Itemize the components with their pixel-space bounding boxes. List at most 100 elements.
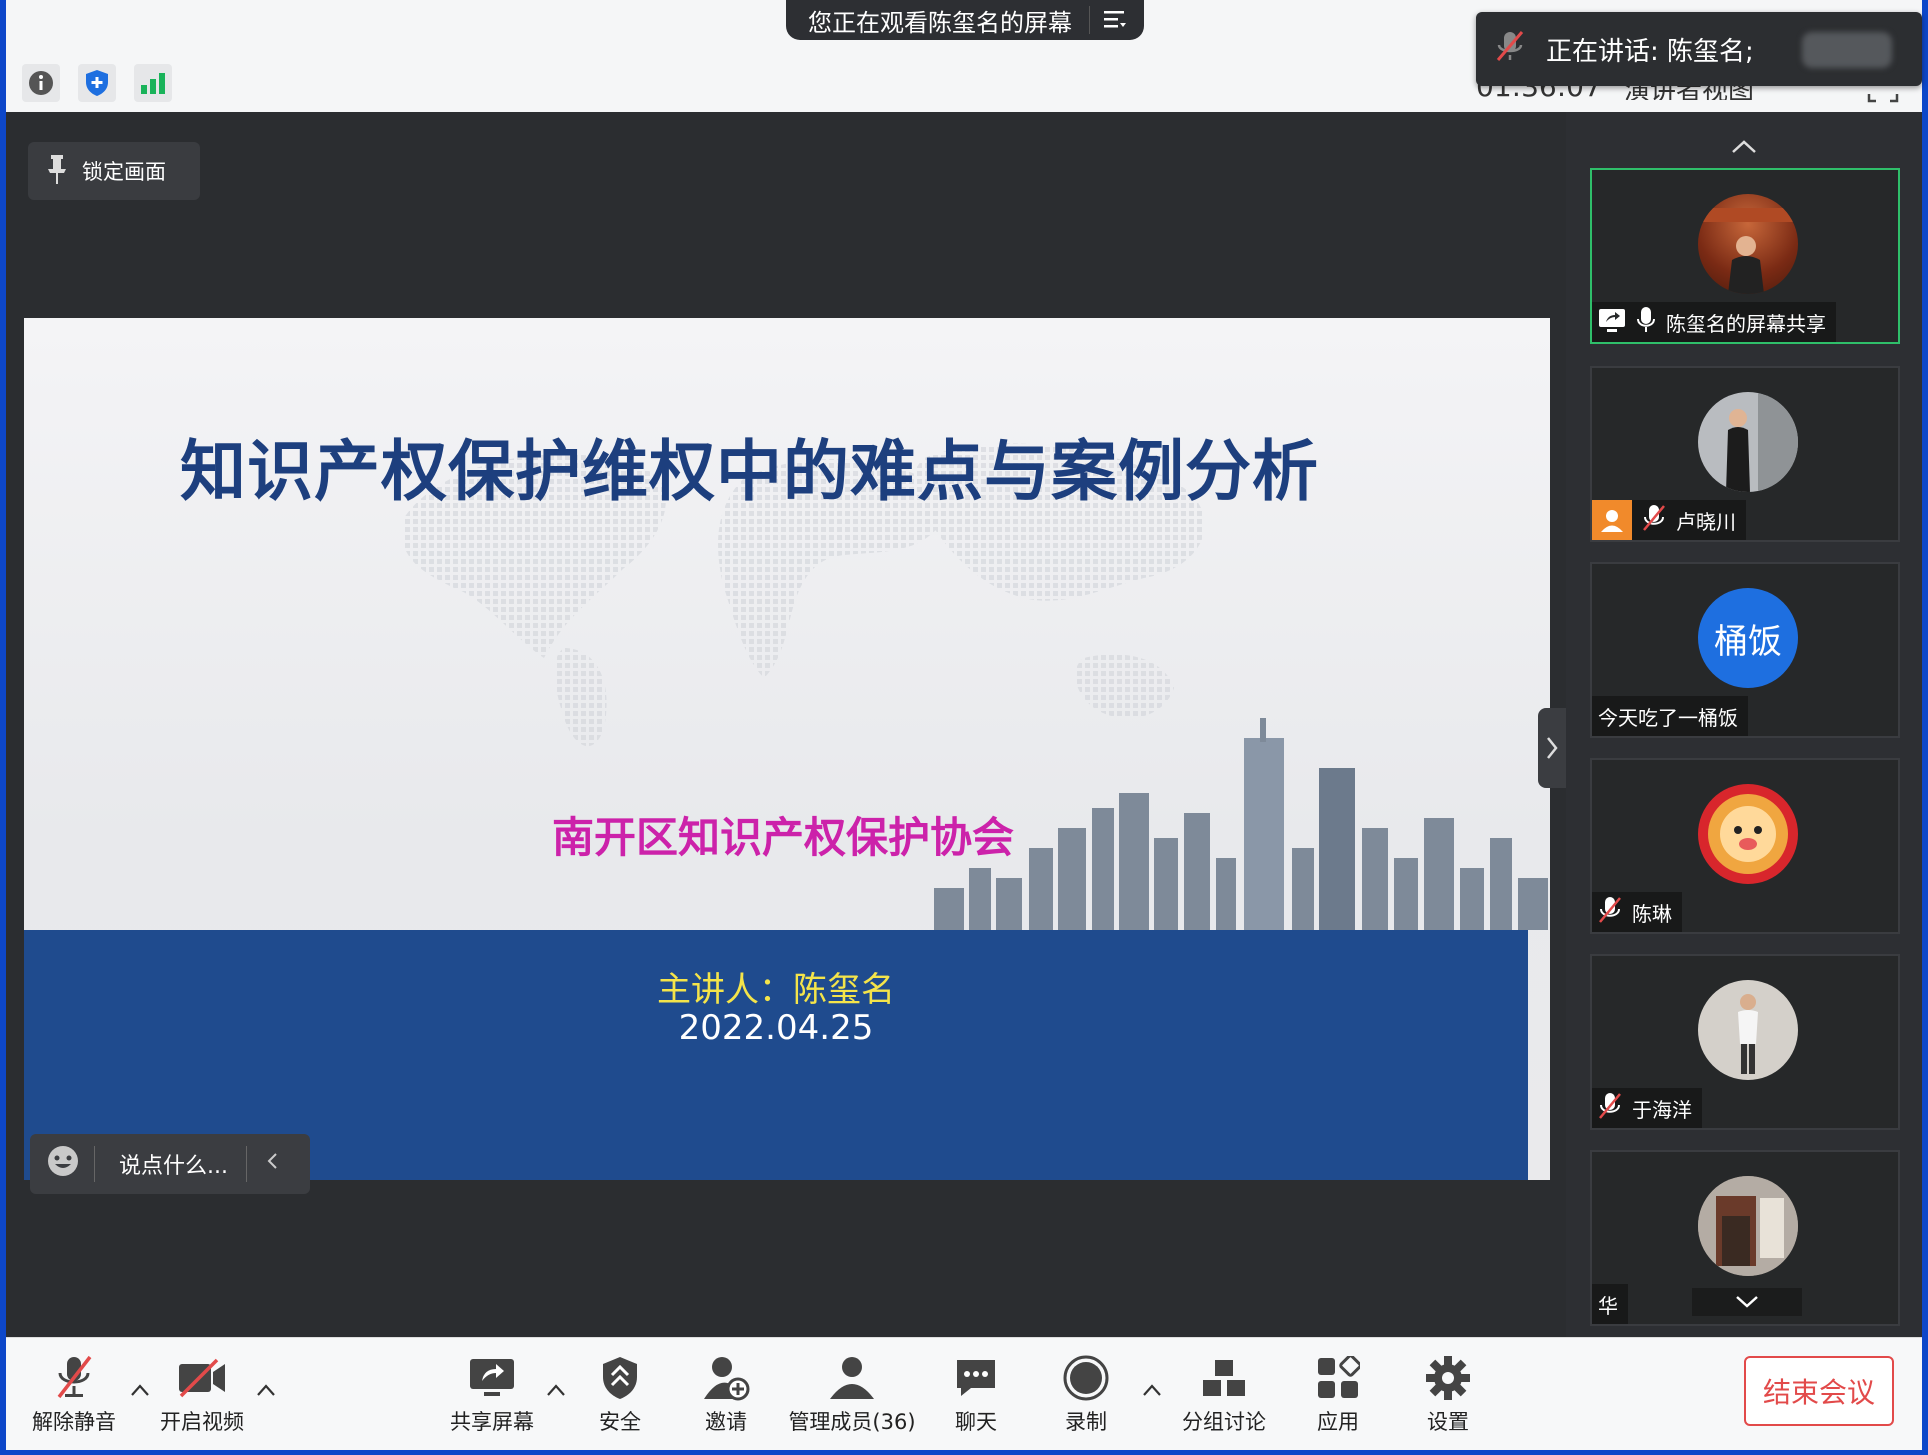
meeting-toolbar: 解除静音 开启视频 共享屏幕 安全 邀请 管理成员(36) 聊天 录制 分组讨论… xyxy=(6,1337,1922,1450)
record-button[interactable]: 录制 xyxy=(1036,1354,1136,1436)
participant-video-panel: 陈玺名的屏幕共享 卢晓川 桶饭 今天吃了一桶饭 陈琳 于海洋 华 xyxy=(1566,112,1922,1337)
manage-members-button[interactable]: 管理成员(36) xyxy=(782,1354,922,1436)
mic-muted-icon xyxy=(1598,1092,1622,1125)
mic-muted-icon xyxy=(1598,896,1622,929)
meeting-window: 01:36:07 演讲者视图 您正在观看陈玺名的屏幕 正在讲话: 陈玺名; 锁定… xyxy=(6,0,1922,1450)
chat-button[interactable]: 聊天 xyxy=(926,1354,1026,1436)
participant-tile[interactable]: 陈琳 xyxy=(1590,758,1900,934)
video-off-icon xyxy=(152,1354,252,1402)
breakout-button[interactable]: 分组讨论 xyxy=(1174,1354,1274,1436)
participant-tile[interactable]: 于海洋 xyxy=(1590,954,1900,1130)
participant-nameplate: 于海洋 xyxy=(1592,1088,1702,1128)
invite-label: 邀请 xyxy=(705,1410,747,1434)
audio-options-chevron-icon[interactable] xyxy=(130,1378,150,1403)
mic-muted-icon xyxy=(1494,29,1526,70)
add-user-icon xyxy=(676,1354,776,1402)
participant-tile[interactable]: 华 xyxy=(1590,1150,1900,1326)
collapse-chevron-icon[interactable] xyxy=(265,1151,279,1177)
speaking-indicator: 正在讲话: 陈玺名; xyxy=(1476,12,1922,86)
record-label: 录制 xyxy=(1065,1410,1107,1434)
chat-quick-input[interactable]: 说点什么... xyxy=(30,1134,310,1194)
unmute-label: 解除静音 xyxy=(32,1410,116,1434)
avatar xyxy=(1698,392,1798,492)
presentation-slide: 知识产权保护维权中的难点与案例分析 南开区知识产权保护协会 主讲人：陈玺名 20… xyxy=(24,318,1550,1180)
mic-muted-icon xyxy=(1642,504,1666,537)
avatar xyxy=(1698,1176,1798,1276)
share-screen-label: 共享屏幕 xyxy=(450,1410,534,1434)
share-screen-icon xyxy=(442,1354,542,1402)
members-icon xyxy=(782,1354,922,1402)
participant-name: 华 xyxy=(1598,1293,1618,1318)
slide-date: 2022.04.25 xyxy=(678,1008,874,1048)
participant-tile[interactable]: 陈玺名的屏幕共享 xyxy=(1590,168,1900,344)
view-options-icon[interactable] xyxy=(1089,6,1130,34)
share-options-chevron-icon[interactable] xyxy=(546,1378,566,1403)
participant-tile[interactable]: 卢晓川 xyxy=(1590,366,1900,542)
record-icon xyxy=(1036,1354,1136,1402)
emoji-icon[interactable] xyxy=(46,1144,80,1184)
settings-button[interactable]: 设置 xyxy=(1398,1354,1498,1436)
apps-button[interactable]: 应用 xyxy=(1288,1354,1388,1436)
speaking-text: 正在讲话: 陈玺名; xyxy=(1546,36,1754,67)
chat-icon xyxy=(926,1354,1026,1402)
security-button[interactable]: 安全 xyxy=(570,1354,670,1436)
settings-label: 设置 xyxy=(1427,1410,1469,1434)
avatar-initials: 桶饭 xyxy=(1714,621,1782,662)
slide-presenter: 主讲人：陈玺名 xyxy=(657,970,895,1010)
shield-icon[interactable] xyxy=(78,64,116,102)
end-meeting-label: 结束会议 xyxy=(1762,1376,1875,1409)
record-options-chevron-icon[interactable] xyxy=(1142,1378,1162,1403)
gear-icon xyxy=(1398,1354,1498,1402)
screen-share-icon xyxy=(1598,307,1626,338)
participant-nameplate: 陈玺名的屏幕共享 xyxy=(1592,302,1836,342)
participant-nameplate: 卢晓川 xyxy=(1592,500,1746,540)
speaker-avatar-blur xyxy=(1802,32,1892,68)
chat-placeholder: 说点什么... xyxy=(119,1154,228,1179)
signal-icon[interactable] xyxy=(134,64,172,102)
participant-name: 于海洋 xyxy=(1632,1097,1692,1122)
slide-subtitle: 南开区知识产权保护协会 xyxy=(552,813,1015,862)
lock-view-button[interactable]: 锁定画面 xyxy=(28,142,200,200)
avatar xyxy=(1698,784,1798,884)
participant-nameplate: 华 xyxy=(1592,1284,1628,1324)
participant-name: 陈琳 xyxy=(1632,901,1672,926)
avatar: 桶饭 xyxy=(1698,588,1798,688)
security-label: 安全 xyxy=(599,1410,641,1434)
lock-view-label: 锁定画面 xyxy=(82,160,166,184)
video-options-chevron-icon[interactable] xyxy=(256,1378,276,1403)
mic-on-icon xyxy=(1636,306,1656,339)
mic-muted-icon xyxy=(24,1354,124,1402)
default-avatar-icon xyxy=(1592,500,1632,540)
end-meeting-button[interactable]: 结束会议 xyxy=(1744,1356,1894,1426)
shared-screen-stage: 锁定画面 知识产权保护维权中的难点与案例分析 南开区知识产权保护协会 主讲人：陈… xyxy=(6,112,1568,1337)
shield-icon xyxy=(570,1354,670,1402)
scroll-up-chevron-icon[interactable] xyxy=(1730,138,1758,160)
participant-nameplate: 今天吃了一桶饭 xyxy=(1592,696,1748,736)
slide-title: 知识产权保护维权中的难点与案例分析 xyxy=(180,432,1319,510)
participant-name: 陈玺名的屏幕共享 xyxy=(1666,311,1826,336)
share-screen-button[interactable]: 共享屏幕 xyxy=(442,1354,542,1436)
start-video-button[interactable]: 开启视频 xyxy=(152,1354,252,1436)
breakout-label: 分组讨论 xyxy=(1182,1410,1266,1434)
divider xyxy=(94,1146,95,1182)
manage-members-label: 管理成员(36) xyxy=(788,1410,916,1434)
participant-nameplate: 陈琳 xyxy=(1592,892,1682,932)
info-icon[interactable] xyxy=(22,64,60,102)
unmute-button[interactable]: 解除静音 xyxy=(24,1354,124,1436)
start-video-label: 开启视频 xyxy=(160,1410,244,1434)
scroll-down-chevron-icon[interactable] xyxy=(1692,1288,1802,1316)
chat-label: 聊天 xyxy=(955,1410,997,1434)
city-skyline-graphic xyxy=(934,718,1548,930)
avatar xyxy=(1698,980,1798,1080)
breakout-rooms-icon xyxy=(1174,1354,1274,1402)
participant-name: 卢晓川 xyxy=(1676,509,1736,534)
participant-tile[interactable]: 桶饭 今天吃了一桶饭 xyxy=(1590,562,1900,738)
participant-name: 今天吃了一桶饭 xyxy=(1598,705,1738,730)
invite-button[interactable]: 邀请 xyxy=(676,1354,776,1436)
viewing-banner[interactable]: 您正在观看陈玺名的屏幕 xyxy=(786,0,1144,40)
apps-grid-icon xyxy=(1288,1354,1388,1402)
panel-toggle-handle[interactable] xyxy=(1538,708,1568,788)
divider xyxy=(245,1146,247,1182)
avatar xyxy=(1698,194,1798,294)
viewing-text: 您正在观看陈玺名的屏幕 xyxy=(808,8,1072,37)
